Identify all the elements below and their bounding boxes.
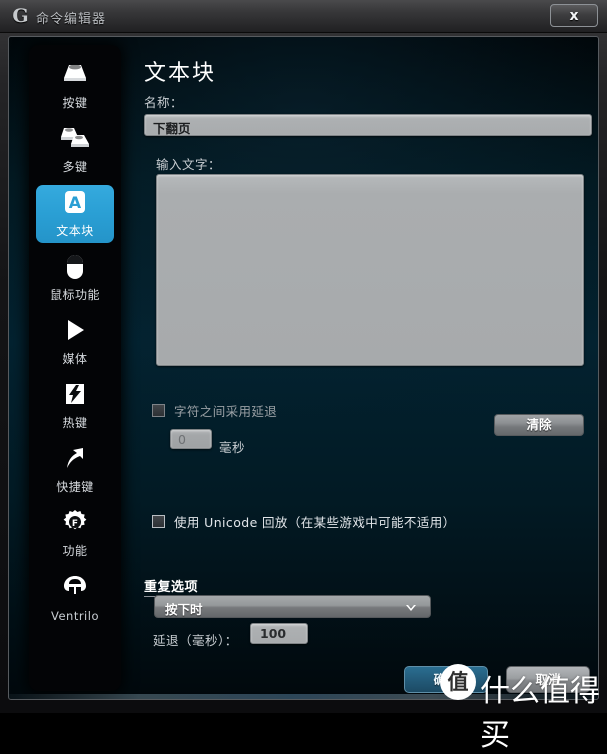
sidebar-item-label: 媒体: [62, 352, 88, 366]
window-title: 命令编辑器: [36, 12, 107, 27]
content-area: 按键 多键 A 文本块 鼠标功能 媒体 热键 快捷键 F 功能 Ventrilo…: [8, 36, 599, 700]
sidebar-item-media[interactable]: 媒体: [36, 313, 114, 371]
delay-between-chars-label: 字符之间采用延退: [174, 404, 278, 419]
mouse-icon: [36, 253, 114, 281]
text-input-label: 输入文字：: [156, 157, 222, 172]
sidebar-item-multikey[interactable]: 多键: [36, 121, 114, 179]
chevron-down-icon: [404, 600, 418, 614]
sidebar-item-label: Ventrilo: [50, 609, 99, 623]
ok-button[interactable]: 确定: [404, 666, 488, 693]
page-title: 文本块: [144, 61, 217, 86]
unicode-playback-checkbox[interactable]: [152, 515, 165, 528]
sidebar: 按键 多键 A 文本块 鼠标功能 媒体 热键 快捷键 F 功能 Ventrilo: [29, 45, 121, 691]
title-bar: G 命令编辑器 x: [0, 0, 607, 33]
delay-between-chars-checkbox[interactable]: [152, 404, 165, 417]
command-editor-window: G 命令编辑器 x 按键 多键 A 文本块 鼠标功能 媒体 热键 快捷键 F 功…: [0, 0, 607, 753]
delay-milliseconds-input[interactable]: 0: [170, 429, 212, 449]
logitech-g-logo-icon: G: [12, 5, 29, 27]
play-icon: [36, 317, 114, 345]
repeat-delay-label: 延退（毫秒）：: [153, 633, 238, 648]
hotkey-bolt-icon: [36, 381, 114, 409]
svg-text:A: A: [69, 193, 82, 212]
multikey-icon: [36, 125, 114, 153]
unicode-playback-label: 使用 Unicode 回放（在某些游戏中可能不适用）: [174, 515, 456, 530]
sidebar-item-label: 热键: [62, 416, 88, 430]
cancel-button[interactable]: 取消: [506, 666, 590, 693]
gear-f-icon: F: [36, 509, 114, 537]
close-button[interactable]: x: [550, 4, 598, 27]
sidebar-item-keys[interactable]: 按键: [36, 57, 114, 115]
clear-button[interactable]: 清除: [494, 414, 584, 436]
sidebar-item-ventrilo[interactable]: Ventrilo: [36, 569, 114, 627]
milliseconds-label: 毫秒: [219, 440, 246, 455]
unicode-playback-row[interactable]: 使用 Unicode 回放（在某些游戏中可能不适用）: [152, 512, 456, 531]
sidebar-item-shortcut[interactable]: 快捷键: [36, 441, 114, 499]
delay-between-chars-row[interactable]: 字符之间采用延退: [152, 401, 277, 420]
sidebar-item-label: 鼠标功能: [49, 288, 100, 302]
sidebar-item-label: 功能: [62, 544, 88, 558]
name-input[interactable]: 下翻页: [144, 114, 592, 136]
shortcut-arrow-icon: [36, 445, 114, 473]
name-label: 名称：: [144, 95, 184, 110]
sidebar-item-label: 快捷键: [56, 480, 94, 494]
repeat-options-title: 重复选项: [144, 576, 199, 597]
sidebar-item-text-block[interactable]: A 文本块: [36, 185, 114, 243]
sidebar-item-label: 按键: [62, 96, 88, 110]
text-input-textarea[interactable]: [156, 174, 584, 366]
sidebar-item-mouse-function[interactable]: 鼠标功能: [36, 249, 114, 307]
sidebar-item-function[interactable]: F 功能: [36, 505, 114, 563]
repeat-mode-value: 按下时: [165, 602, 203, 617]
repeat-mode-dropdown[interactable]: 按下时: [154, 595, 431, 618]
svg-text:F: F: [72, 519, 78, 529]
text-block-a-icon: A: [36, 189, 114, 217]
sidebar-item-label: 文本块: [56, 224, 94, 238]
sidebar-item-hotkey[interactable]: 热键: [36, 377, 114, 435]
headset-icon: [36, 573, 114, 601]
keycap-icon: [36, 61, 114, 89]
repeat-delay-input[interactable]: 100: [250, 623, 308, 644]
sidebar-item-label: 多键: [62, 160, 88, 174]
